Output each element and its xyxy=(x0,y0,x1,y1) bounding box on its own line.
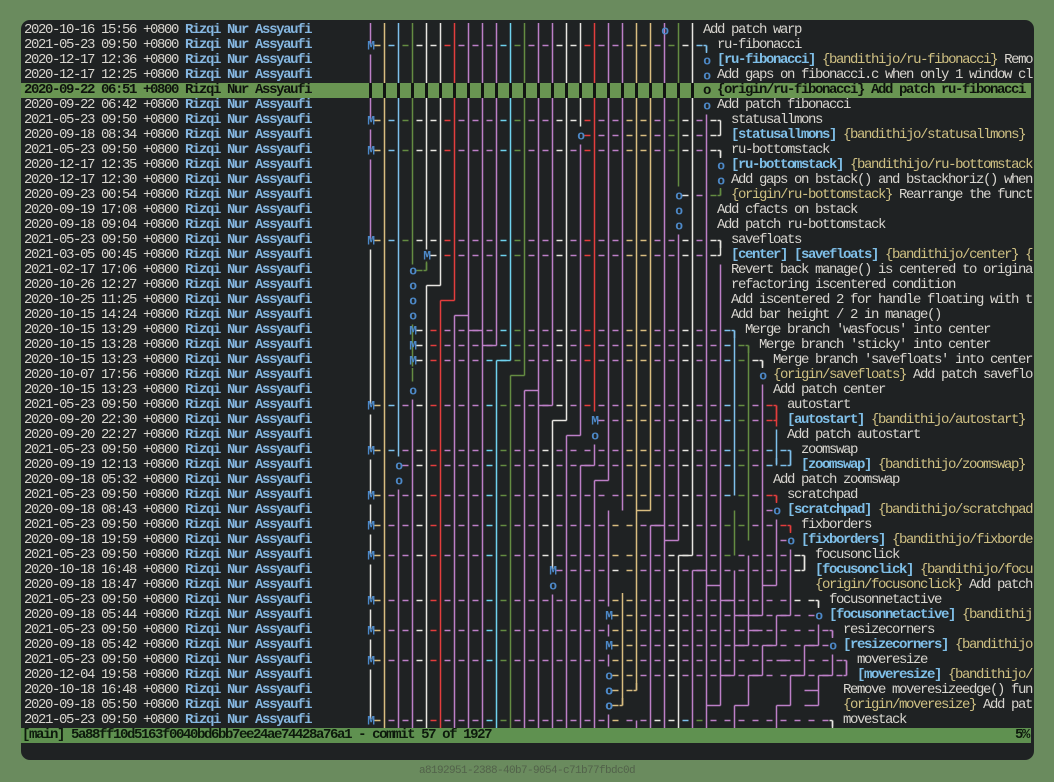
svg-text:o: o xyxy=(829,639,837,654)
svg-text:o: o xyxy=(759,369,767,384)
svg-text:o: o xyxy=(395,459,403,474)
svg-text:o: o xyxy=(787,534,795,549)
svg-text:o: o xyxy=(605,684,613,699)
svg-text:M: M xyxy=(367,594,375,609)
svg-text:M: M xyxy=(367,444,375,459)
svg-text:o: o xyxy=(703,99,711,114)
svg-text:o: o xyxy=(409,294,417,309)
svg-text:M: M xyxy=(591,414,599,429)
svg-text:o: o xyxy=(703,54,711,69)
svg-text:o: o xyxy=(717,174,725,189)
svg-text:M: M xyxy=(367,489,375,504)
svg-text:o: o xyxy=(661,24,669,39)
svg-text:o: o xyxy=(577,129,585,144)
svg-text:M: M xyxy=(367,144,375,159)
svg-text:o: o xyxy=(409,384,417,399)
svg-text:M: M xyxy=(367,624,375,639)
svg-text:o: o xyxy=(675,219,683,234)
svg-text:M: M xyxy=(367,654,375,669)
svg-text:o: o xyxy=(815,609,823,624)
svg-text:o: o xyxy=(675,204,683,219)
svg-text:o: o xyxy=(703,69,711,84)
svg-text:M: M xyxy=(367,714,375,729)
svg-text:M: M xyxy=(367,114,375,129)
svg-text:M: M xyxy=(409,354,417,369)
svg-text:o: o xyxy=(605,669,613,684)
svg-text:o: o xyxy=(675,189,683,204)
svg-text:o: o xyxy=(395,474,403,489)
svg-text:M: M xyxy=(409,324,417,339)
svg-text:M: M xyxy=(605,609,613,624)
svg-text:M: M xyxy=(367,234,375,249)
svg-text:o: o xyxy=(409,279,417,294)
svg-text:M: M xyxy=(367,39,375,54)
svg-text:o: o xyxy=(549,579,557,594)
svg-text:M: M xyxy=(423,249,431,264)
svg-text:o: o xyxy=(605,699,613,714)
svg-text:M: M xyxy=(409,339,417,354)
svg-text:o: o xyxy=(717,159,725,174)
svg-text:M: M xyxy=(367,549,375,564)
svg-text:o: o xyxy=(773,504,781,519)
svg-text:o: o xyxy=(409,309,417,324)
svg-text:M: M xyxy=(367,519,375,534)
svg-text:o: o xyxy=(409,264,417,279)
svg-text:M: M xyxy=(605,639,613,654)
svg-text:o: o xyxy=(591,429,599,444)
svg-text:M: M xyxy=(367,399,375,414)
svg-text:M: M xyxy=(549,564,557,579)
